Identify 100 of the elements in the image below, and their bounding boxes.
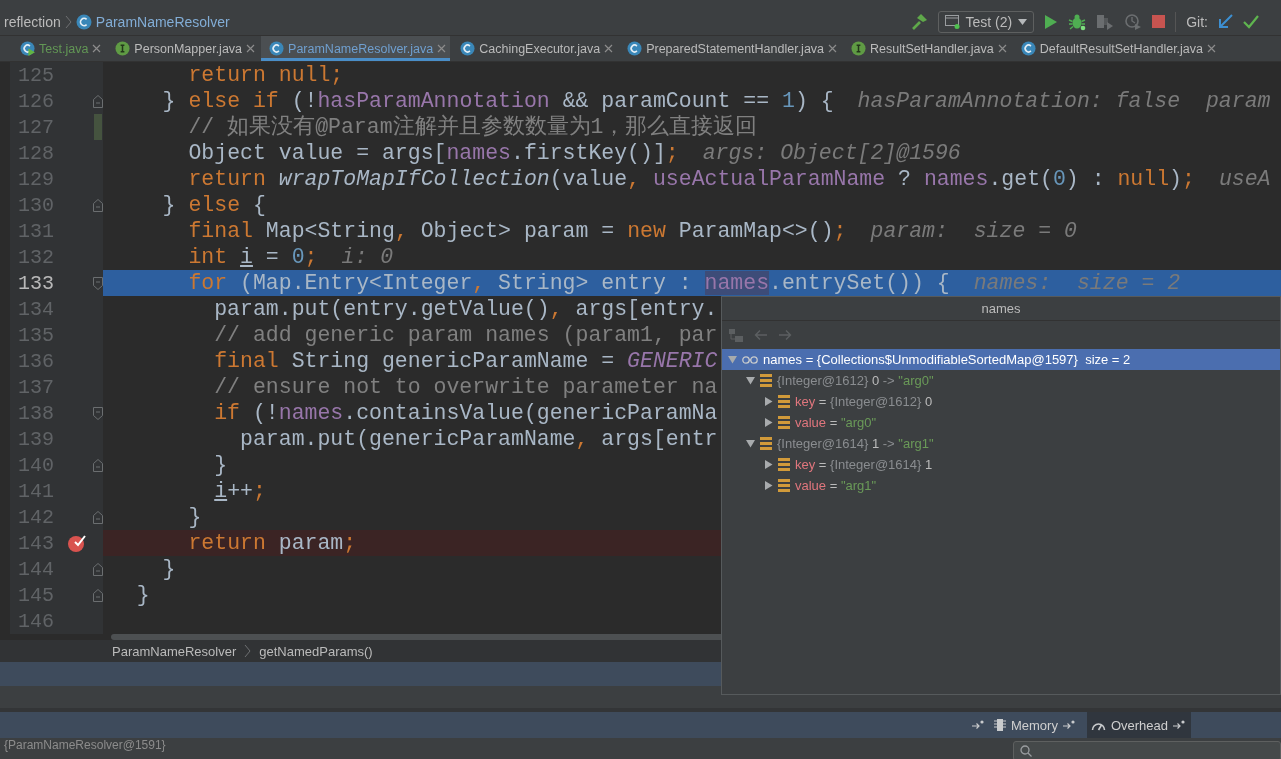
- vcs-label: Git:: [1186, 13, 1208, 30]
- arrow-dot-icon[interactable]: [1173, 720, 1185, 730]
- collapse-arrow-icon[interactable]: [764, 460, 773, 469]
- class-icon: [1020, 41, 1036, 56]
- collapse-arrow-icon[interactable]: [764, 481, 773, 490]
- close-icon[interactable]: [437, 44, 447, 53]
- close-icon[interactable]: [1207, 44, 1217, 53]
- code-line: if (!names.containsValue(genericParamNa: [213, 400, 718, 426]
- expand-arrow-icon[interactable]: [728, 355, 737, 364]
- code-line: Object value = args[names.firstKey()];: [187, 140, 679, 166]
- class-icon: [460, 41, 476, 56]
- expand-arrow-icon[interactable]: [746, 439, 755, 448]
- class-icon: [75, 13, 92, 30]
- line-number: 133: [18, 271, 55, 295]
- inline-debug-value: names: size = 2: [973, 270, 1181, 296]
- expand-arrow-icon[interactable]: [746, 376, 755, 385]
- inline-debug-value: args: Object[2]@1596: [702, 140, 961, 166]
- popup-title: names: [981, 301, 1021, 316]
- variable-label[interactable]: {Integer@1614} 1 -> "arg1": [777, 436, 934, 451]
- code-line: for (Map.Entry<Integer, String> entry : names.entrySet()) {: [187, 270, 950, 296]
- arrow-dot-icon[interactable]: [971, 720, 984, 730]
- code-line: // 如果没有@Param注解并且参数数量为1，那么直接返回: [187, 114, 758, 140]
- code-line: }: [135, 582, 150, 608]
- close-icon[interactable]: [604, 44, 614, 53]
- variable-label[interactable]: key = {Integer@1614} 1: [795, 457, 933, 472]
- stacked-bars-icon: [778, 458, 790, 471]
- variable-label[interactable]: key = {Integer@1612} 0: [795, 394, 933, 409]
- inline-debug-value: param: size = 0: [870, 218, 1077, 244]
- stacked-bars-icon: [760, 437, 772, 450]
- close-icon[interactable]: [246, 44, 256, 53]
- chevron-icon: [244, 644, 252, 658]
- debugger-tab[interactable]: Memory: [989, 712, 1081, 738]
- checkmark-icon[interactable]: [1243, 14, 1259, 29]
- code-line: return wrapToMapIfCollection(value, useActualParamName ? names.get(0) : null);: [187, 166, 1195, 192]
- close-icon[interactable]: [828, 44, 838, 53]
- stop-icon[interactable]: [1152, 15, 1166, 28]
- code-line: int i = 0;: [187, 244, 318, 270]
- stacked-bars-icon: [778, 395, 790, 408]
- interface-icon: [115, 41, 131, 56]
- code-line: return param;: [187, 530, 357, 556]
- code-line: return null;: [187, 62, 344, 88]
- fold-marker-icon[interactable]: [92, 94, 103, 108]
- variable-label[interactable]: names = {Collections$UnmodifiableSortedMap@1597} size = 2: [763, 352, 1131, 367]
- variable-label[interactable]: {Integer@1612} 0 -> "arg0": [777, 373, 934, 388]
- breadcrumb-link[interactable]: ParamNameResolver: [112, 643, 237, 659]
- code-line: }: [213, 452, 228, 478]
- inline-debug-value: useA: [1218, 166, 1271, 192]
- fold-marker-icon[interactable]: [92, 276, 103, 290]
- debugger-tab[interactable]: Overhead: [1086, 712, 1191, 738]
- change-marker[interactable]: [93, 114, 102, 140]
- fold-marker-icon[interactable]: [92, 458, 103, 472]
- chevron-icon: [64, 14, 72, 29]
- block-play-icon[interactable]: [1096, 12, 1115, 31]
- bug-icon[interactable]: [1068, 12, 1087, 31]
- fold-marker-icon[interactable]: [92, 562, 103, 576]
- collapse-arrow-icon[interactable]: [764, 418, 773, 427]
- breadcrumb-link[interactable]: ParamNameResolver: [95, 13, 230, 30]
- fold-marker-icon[interactable]: [92, 588, 103, 602]
- caret-icon: [1018, 18, 1028, 25]
- selected-tree-row[interactable]: names = {Collections$UnmodifiableSortedMap@1597} size = 2: [722, 349, 1280, 370]
- fold-marker-icon[interactable]: [92, 406, 103, 420]
- code-line: final String genericParamName = GENERIC: [213, 348, 718, 374]
- variable-label[interactable]: value = "arg1": [795, 478, 877, 493]
- down-left-arrow-icon[interactable]: [1218, 14, 1233, 29]
- play-icon[interactable]: [1044, 13, 1059, 30]
- code-line: }: [161, 556, 176, 582]
- variable-label[interactable]: value = "arg0": [795, 415, 877, 430]
- fold-marker-icon[interactable]: [92, 510, 103, 524]
- collapse-arrow-icon[interactable]: [764, 397, 773, 406]
- fold-marker-icon[interactable]: [92, 198, 103, 212]
- code-line: param.put(entry.getValue(), args[entry.: [213, 296, 718, 322]
- search-field[interactable]: [1013, 741, 1281, 759]
- code-line: }: [187, 504, 202, 530]
- code-line: final Map<String, Object> param = new ParamMap<>();: [187, 218, 847, 244]
- class-icon: [627, 41, 643, 56]
- editor-tab[interactable]: ParamNameResolver.java: [261, 36, 451, 61]
- clock-play-icon[interactable]: [1124, 12, 1143, 31]
- code-line: // add generic param names (param1, par: [213, 322, 718, 348]
- close-icon[interactable]: [997, 44, 1007, 53]
- inline-debug-value: i: 0: [341, 244, 394, 270]
- code-line: } else {: [161, 192, 266, 218]
- breakpoint-icon[interactable]: [67, 533, 87, 553]
- arrow-dot-icon[interactable]: [1062, 720, 1075, 730]
- breadcrumb-link[interactable]: getNamedParams(): [259, 643, 373, 659]
- frame-label: {ParamNameResolver@1591}: [3, 738, 166, 753]
- code-line: // ensure not to overwrite parameter na: [213, 374, 718, 400]
- class-icon: [269, 41, 285, 56]
- inline-debug-value: hasParamAnnotation: false param: [857, 88, 1271, 114]
- breadcrumb-link[interactable]: reflection: [4, 13, 61, 30]
- glasses-icon: [742, 354, 758, 365]
- stacked-bars-icon: [778, 479, 790, 492]
- code-line: } else if (!hasParamAnnotation && paramCount == 1) {: [161, 88, 834, 114]
- stacked-bars-icon: [760, 374, 772, 387]
- close-icon[interactable]: [92, 44, 102, 53]
- memory-chip-icon: [993, 719, 1006, 731]
- run-configuration-dropdown[interactable]: Test (2): [937, 10, 1035, 33]
- code-line: i++;: [213, 478, 266, 504]
- window-icon: [944, 14, 960, 29]
- stacked-bars-icon: [778, 416, 790, 429]
- code-line: param.put(genericParamName, args[entr: [239, 426, 718, 452]
